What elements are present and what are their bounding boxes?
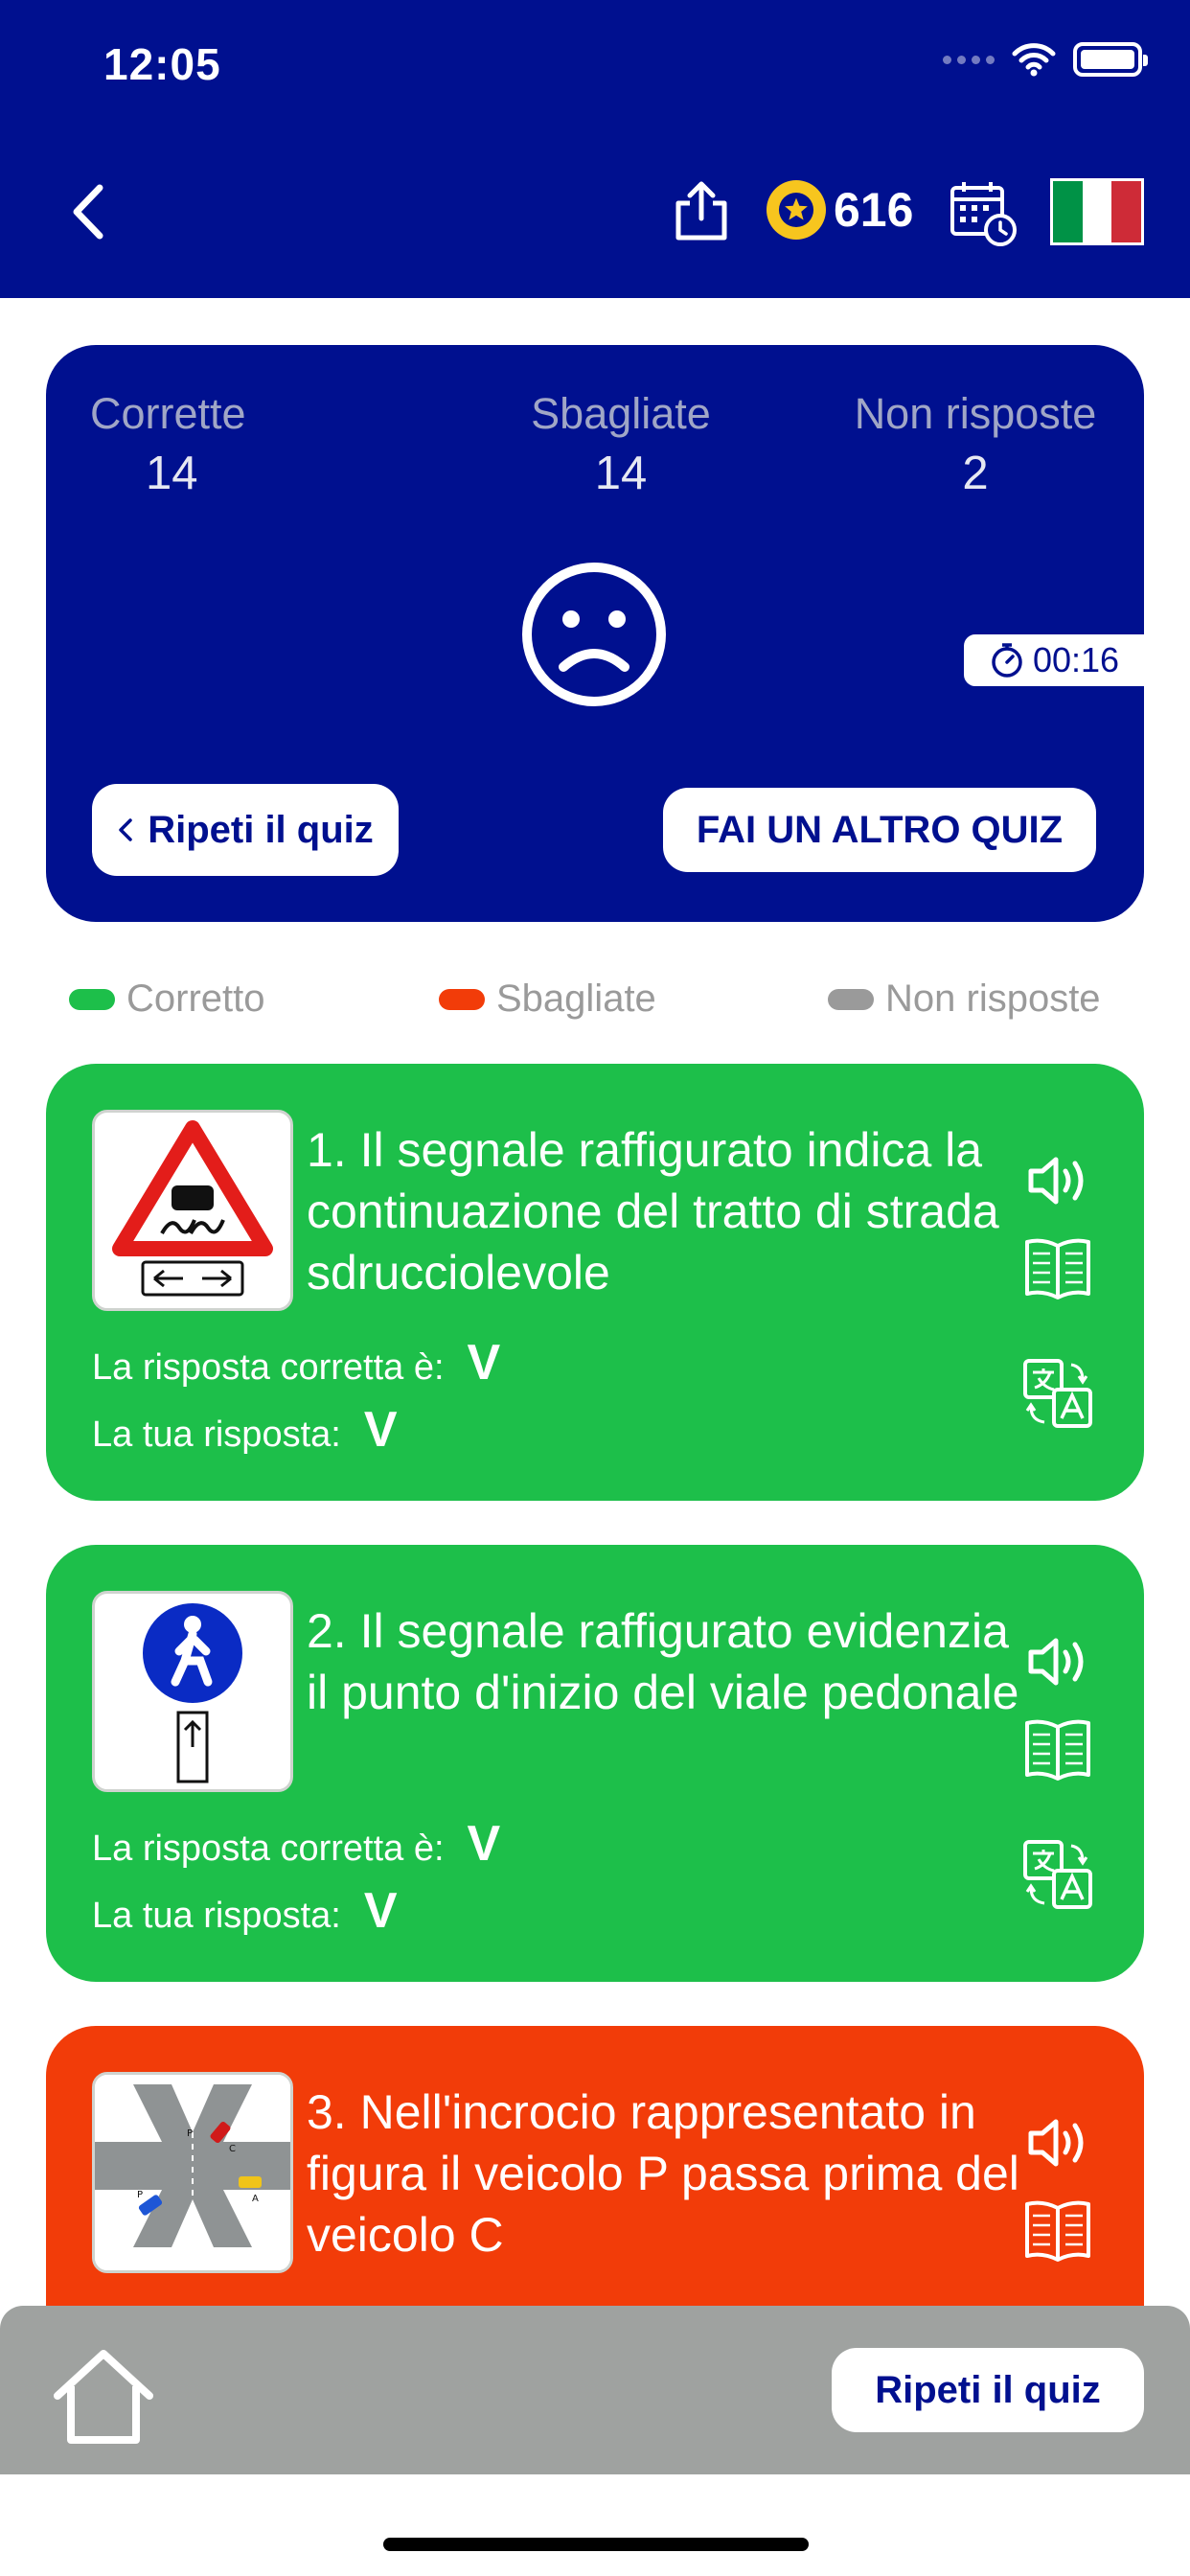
road-sign-pedestrian-image [92,1591,293,1792]
speaker-icon[interactable] [1019,1623,1096,1700]
stat-unanswered: Non risposte 2 [817,389,1133,500]
svg-text:A: A [252,2194,259,2204]
user-answer-label: La tua risposta: [92,1414,341,1456]
speaker-icon[interactable] [1019,1142,1096,1219]
stat-unanswered-label: Non risposte [817,389,1133,439]
signal-icon [943,56,995,64]
quiz-timer: 00:16 [964,634,1144,686]
legend-correct-swatch [69,989,115,1010]
legend-unanswered-swatch [828,989,874,1010]
correct-answer-row: La risposta corretta è: V [92,1334,500,1392]
stat-wrong: Sbagliate 14 [468,389,774,500]
question-text: 1. Il segnale raffigurato indica la cont… [307,1119,1035,1303]
book-icon[interactable] [1019,2191,1096,2267]
repeat-quiz-button[interactable]: Ripeti il quiz [92,784,399,876]
correct-answer-value: V [468,1815,501,1873]
score-summary-card: Corrette 14 Sbagliate 14 Non risposte 2 … [46,345,1144,922]
speaker-icon[interactable] [1019,2104,1096,2181]
result-legend: Corretto Sbagliate Non risposte [0,978,1190,1031]
legend-unanswered-label: Non risposte [885,978,1101,1021]
stat-unanswered-value: 2 [817,447,1133,500]
stat-correct: Corrette 14 [90,389,358,500]
chevron-left-icon [117,816,134,843]
correct-answer-row: La risposta corretta è: V [92,1815,500,1873]
coins-value: 616 [834,182,913,238]
bottom-repeat-quiz-button[interactable]: Ripeti il quiz [832,2348,1144,2432]
user-answer-label: La tua risposta: [92,1896,341,1937]
translate-icon[interactable] [1019,1836,1096,1913]
legend-correct-label: Corretto [126,978,265,1021]
svg-text:C: C [229,2144,236,2154]
question-card-1[interactable]: 1. Il segnale raffigurato indica la cont… [46,1064,1144,1501]
book-icon[interactable] [1019,1229,1096,1305]
svg-text:P: P [137,2190,143,2200]
stat-wrong-label: Sbagliate [468,389,774,439]
user-answer-value: V [364,1882,398,1940]
question-text: 3. Nell'incrocio rappresentato in figura… [307,2082,1035,2266]
correct-answer-label: La risposta corretta è: [92,1347,445,1389]
status-time: 12:05 [103,38,221,90]
sad-face-icon [519,560,669,709]
translate-icon[interactable] [1019,1355,1096,1432]
app-header: 12:05 616 [0,0,1190,298]
road-sign-slippery-image [92,1110,293,1311]
back-chevron-icon[interactable] [61,178,119,245]
timer-value: 00:16 [1033,640,1119,680]
user-answer-value: V [364,1401,398,1459]
italy-flag-icon[interactable] [1050,178,1144,245]
share-icon[interactable] [671,178,732,243]
calendar-clock-icon[interactable] [949,178,1018,247]
bottom-action-bar: Ripeti il quiz [0,2306,1190,2474]
battery-icon [1073,42,1142,77]
user-answer-row: La tua risposta: V [92,1401,398,1459]
stat-correct-value: 14 [90,447,358,500]
status-indicators [943,42,1142,77]
wifi-icon [1012,42,1056,77]
user-answer-row: La tua risposta: V [92,1882,398,1940]
question-card-2[interactable]: 2. Il segnale raffigurato evidenzia il p… [46,1545,1144,1982]
stat-correct-label: Corrette [90,389,358,439]
correct-answer-value: V [468,1334,501,1392]
legend-wrong-swatch [439,989,485,1010]
question-text: 2. Il segnale raffigurato evidenzia il p… [307,1600,1035,1723]
svg-text:P: P [187,2128,193,2139]
book-icon[interactable] [1019,1710,1096,1786]
home-indicator [383,2538,809,2551]
repeat-quiz-label: Ripeti il quiz [148,809,374,852]
intersection-diagram-image: P C P A [92,2072,293,2273]
question-card-3[interactable]: P C P A 3. Nell'incrocio rappresentato i… [46,2026,1144,2313]
legend-wrong: Sbagliate [439,978,656,1021]
coins-counter[interactable]: 616 [767,180,913,240]
legend-wrong-label: Sbagliate [496,978,656,1021]
stat-wrong-value: 14 [468,447,774,500]
correct-answer-label: La risposta corretta è: [92,1828,445,1870]
another-quiz-button[interactable]: FAI UN ALTRO QUIZ [663,788,1096,872]
home-icon[interactable] [48,2344,159,2450]
legend-unanswered: Non risposte [828,978,1101,1021]
legend-correct: Corretto [69,978,265,1021]
star-coin-icon [767,180,826,240]
stopwatch-icon [989,642,1025,678]
